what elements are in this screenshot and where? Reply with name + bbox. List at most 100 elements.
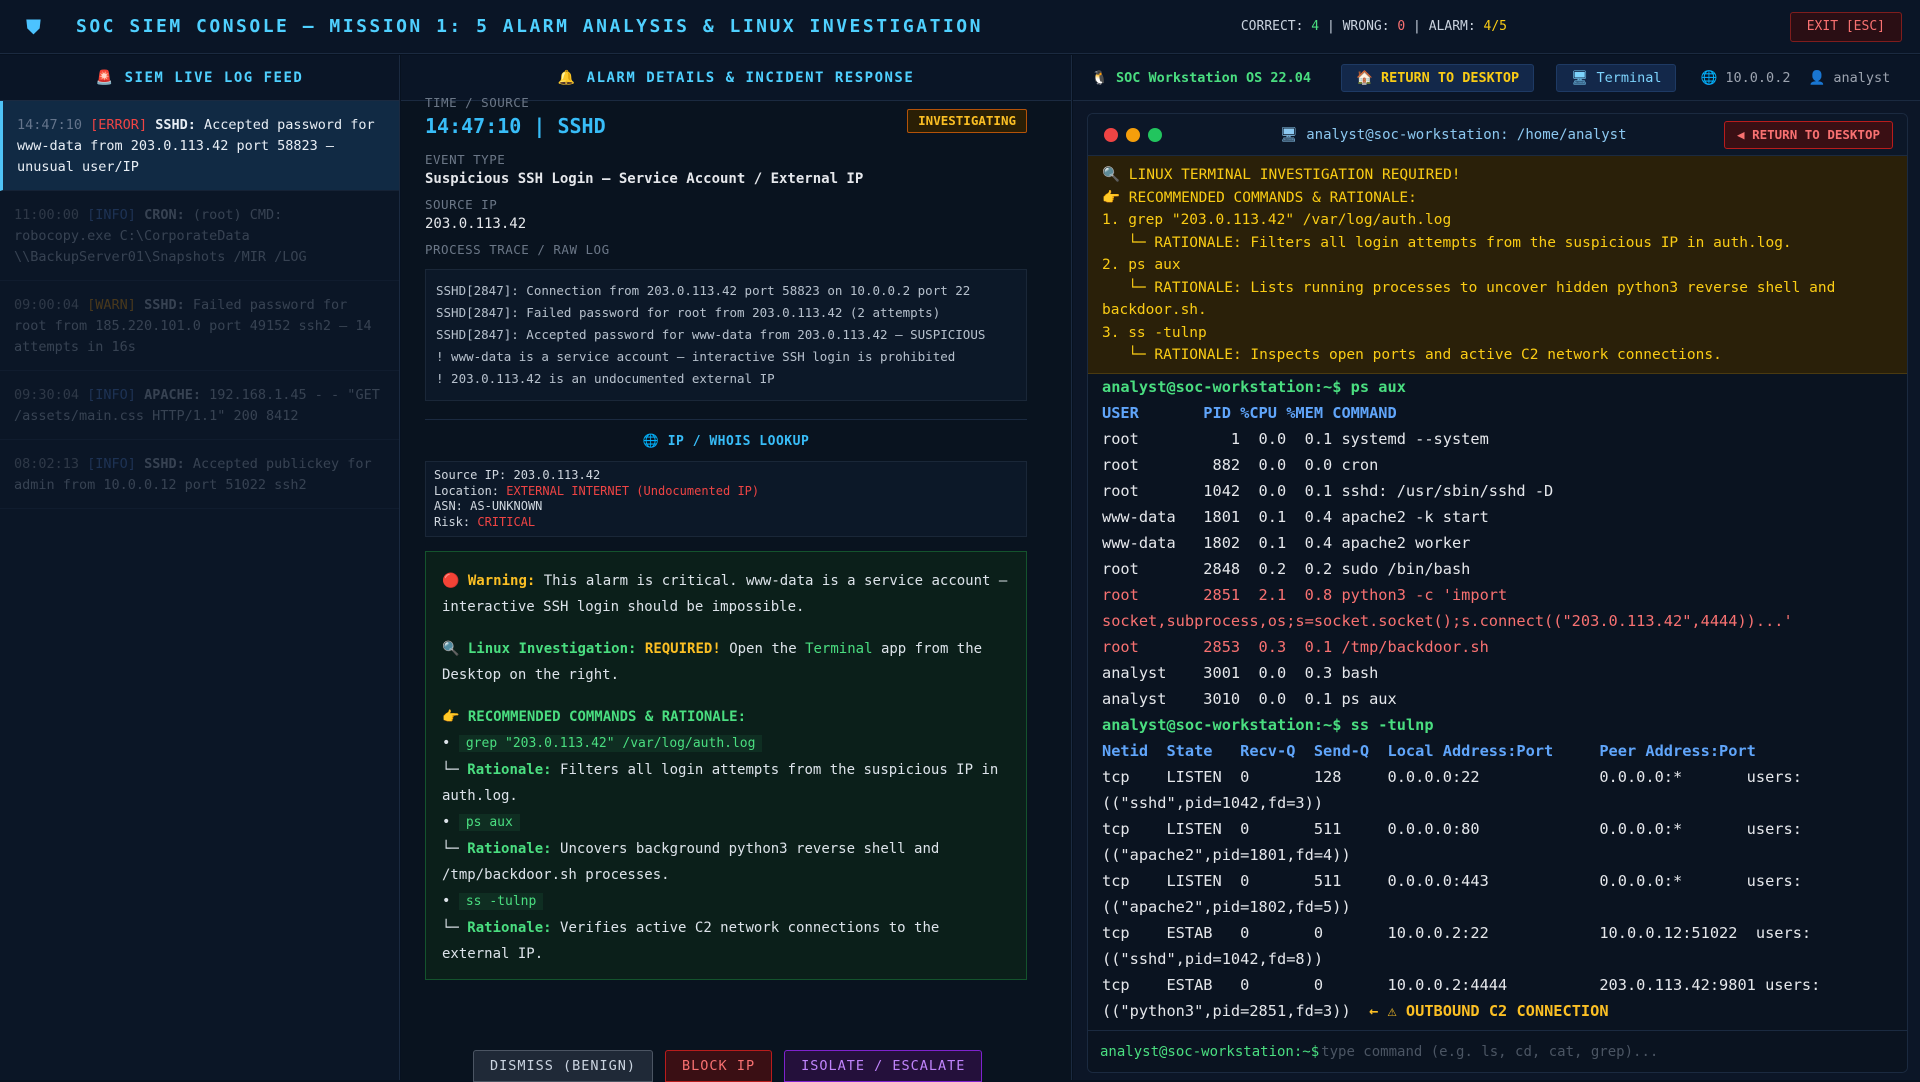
- terminal-input-bar: analyst@soc-workstation:~$: [1088, 1030, 1907, 1072]
- terminal-title: 🖥 analyst@soc-workstation: /home/analyst: [1280, 127, 1627, 143]
- terminal-label: Terminal: [1596, 69, 1662, 86]
- ps-row: root 882 0.0 0.0 cron: [1102, 455, 1379, 474]
- ss-row-text: (("python3",pid=2851,fd=3)): [1102, 1001, 1351, 1020]
- feed-header: 🚨 SIEM LIVE LOG FEED: [0, 55, 399, 101]
- command: ss -tulnp: [1350, 715, 1434, 734]
- hint-line: 1. grep "203.0.113.42" /var/log/auth.log: [1102, 212, 1452, 228]
- recommended-command: • ps aux: [442, 809, 1010, 836]
- correct-label: CORRECT:: [1240, 19, 1304, 34]
- ss-header: Netid State Recv-Q Send-Q Local Address:…: [1102, 741, 1756, 760]
- os-label: 🐧 SOC Workstation OS 22.04: [1091, 70, 1311, 86]
- time-source-label: TIME / SOURCE: [425, 95, 530, 110]
- workstation-bar: 🐧 SOC Workstation OS 22.04 🏠 RETURN TO D…: [1073, 55, 1920, 101]
- shield-icon: ⛊: [26, 14, 41, 39]
- ps-row: analyst 3010 0.0 0.1 ps aux: [1102, 689, 1397, 708]
- log-level: [INFO]: [87, 456, 136, 472]
- warning-label: Warning:: [467, 573, 536, 589]
- terminal-return-button[interactable]: ◀ RETURN TO DESKTOP: [1724, 121, 1893, 149]
- log-level: [INFO]: [87, 387, 136, 403]
- feed-title: SIEM LIVE LOG FEED: [124, 69, 304, 86]
- event-type-label: EVENT TYPE: [425, 152, 506, 167]
- log-entry[interactable]: 11:00:00 [INFO] CRON: (root) CMD: roboco…: [0, 191, 399, 281]
- log-level: [WARN]: [87, 297, 136, 313]
- bell-icon: 🔔: [557, 69, 577, 86]
- input-prompt: analyst@soc-workstation:~$: [1100, 1043, 1320, 1060]
- prompt: analyst@soc-workstation:~$: [1102, 715, 1342, 734]
- whois-loc-value: EXTERNAL INTERNET (Undocumented IP): [506, 483, 760, 498]
- home-icon: 🏠: [1356, 69, 1373, 86]
- source-ip-value: 203.0.113.42: [425, 216, 527, 232]
- ss-row: (("apache2",pid=1802,fd=5)): [1102, 897, 1351, 916]
- ps-row: root 1 0.0 0.1 systemd --system: [1102, 429, 1489, 448]
- whois-src-value: 203.0.113.42: [513, 468, 601, 482]
- terminal-taskbar-button[interactable]: 🖥 Terminal: [1556, 63, 1677, 92]
- hint-line: └─ RATIONALE: Lists running processes to…: [1102, 279, 1836, 296]
- log-entry[interactable]: 08:02:13 [INFO] SSHD: Accepted publickey…: [0, 440, 399, 509]
- ps-header: USER PID %CPU %MEM COMMAND: [1102, 403, 1397, 422]
- return-to-desktop-button[interactable]: 🏠 RETURN TO DESKTOP: [1341, 63, 1535, 92]
- log-timestamp: 11:00:00: [14, 207, 80, 223]
- isolate-escalate-button[interactable]: ISOLATE / ESCALATE: [784, 1050, 983, 1082]
- whois-title: IP / WHOIS LOOKUP: [667, 434, 810, 449]
- command: ps aux: [1350, 377, 1406, 396]
- log-timestamp: 09:30:04: [14, 387, 80, 403]
- log-level: [ERROR]: [90, 117, 148, 133]
- dismiss-benign-button[interactable]: DISMISS (BENIGN): [473, 1050, 654, 1082]
- whois-src-label: Source IP:: [434, 468, 507, 482]
- user-indicator: 👤 analyst: [1808, 70, 1890, 86]
- terminal-title-text: analyst@soc-workstation: /home/analyst: [1306, 126, 1627, 143]
- terminal-command-input[interactable]: [1321, 1043, 1907, 1060]
- hint-line: backdoor.sh.: [1102, 302, 1207, 318]
- raw-log-line: SSHD[2847]: Connection from 203.0.113.42…: [436, 283, 971, 298]
- ss-row: tcp LISTEN 0 128 0.0.0.0:22 0.0.0.0:* us…: [1102, 767, 1802, 786]
- log-entry[interactable]: 09:00:04 [WARN] SSHD: Failed password fo…: [0, 281, 399, 371]
- user-value: analyst: [1833, 69, 1891, 86]
- command-code: ss -tulnp: [458, 893, 544, 910]
- hint-line: └─ RATIONALE: Inspects open ports and ac…: [1102, 347, 1722, 363]
- exit-button[interactable]: EXIT [ESC]: [1789, 12, 1902, 42]
- log-source: APACHE:: [144, 387, 201, 403]
- log-timestamp: 09:00:04: [14, 297, 80, 313]
- linux-required: REQUIRED!: [644, 641, 721, 657]
- raw-log-box: SSHD[2847]: Connection from 203.0.113.42…: [425, 269, 1027, 401]
- alarm-count: 4/5: [1483, 19, 1507, 34]
- ss-row: (("sshd",pid=1042,fd=3)): [1102, 793, 1324, 812]
- whois-loc-label: Location:: [434, 483, 500, 498]
- ps-row: root 2853 0.3 0.1 /tmp/backdoor.sh: [1102, 637, 1489, 656]
- log-entry[interactable]: 09:30:04 [INFO] APACHE: 192.168.1.45 - -…: [0, 371, 399, 440]
- ss-row: (("sshd",pid=1042,fd=8)): [1102, 949, 1324, 968]
- whois-risk-label: Risk:: [434, 514, 471, 529]
- terminal-hint-box: 🔍 LINUX TERMINAL INVESTIGATION REQUIRED!…: [1088, 156, 1907, 374]
- close-window-icon[interactable]: [1104, 127, 1118, 142]
- terminal-output: analyst@soc-workstation:~$ ps aux USER PI…: [1088, 374, 1907, 1024]
- whois-asn-label: ASN:: [434, 499, 463, 513]
- minimize-window-icon[interactable]: [1126, 127, 1140, 142]
- ps-row: socket,subprocess,os;s=socket.socket();s…: [1102, 611, 1793, 630]
- correct-count: 4: [1311, 19, 1320, 34]
- wrong-count: 0: [1397, 19, 1406, 34]
- log-entry[interactable]: 14:47:10 [ERROR] SSHD: Accepted password…: [0, 101, 399, 191]
- block-ip-button[interactable]: BLOCK IP: [665, 1050, 773, 1082]
- ps-row: www-data 1802 0.1 0.4 apache2 worker: [1102, 533, 1471, 552]
- alarm-label: ALARM:: [1428, 19, 1476, 34]
- magnifier-icon: 🔍: [442, 641, 460, 657]
- whois-risk-value: CRITICAL: [477, 514, 536, 529]
- ss-row: tcp ESTAB 0 0 10.0.0.2:4444 203.0.113.42…: [1102, 975, 1821, 994]
- log-source: SSHD:: [155, 117, 196, 133]
- action-buttons: DISMISS (BENIGN) BLOCK IP ISOLATE / ESCA…: [473, 1050, 983, 1082]
- detail-title: ALARM DETAILS & INCIDENT RESPONSE: [586, 69, 915, 86]
- process-trace-label: PROCESS TRACE / RAW LOG: [425, 242, 610, 257]
- command-rationale: └─ Rationale: Filters all login attempts…: [442, 762, 999, 804]
- c2-alert: ← ⚠ OUTBOUND C2 CONNECTION: [1369, 1001, 1609, 1020]
- log-timestamp: 08:02:13: [14, 456, 80, 472]
- ps-row: www-data 1801 0.1 0.4 apache2 -k start: [1102, 507, 1489, 526]
- hint-title: LINUX TERMINAL INVESTIGATION REQUIRED!: [1128, 167, 1461, 183]
- source-ip-label: SOURCE IP: [425, 197, 498, 212]
- rationale-label: Rationale:: [467, 841, 552, 857]
- prompt: analyst@soc-workstation:~$: [1102, 377, 1342, 396]
- command-line: analyst@soc-workstation:~$ ss -tulnp: [1102, 712, 1893, 738]
- terminal-window: 🖥 analyst@soc-workstation: /home/analyst…: [1087, 113, 1908, 1073]
- hint-rec: RECOMMENDED COMMANDS & RATIONALE:: [1128, 189, 1417, 206]
- whois-asn-value: AS-UNKNOWN: [470, 499, 543, 513]
- maximize-window-icon[interactable]: [1148, 127, 1162, 142]
